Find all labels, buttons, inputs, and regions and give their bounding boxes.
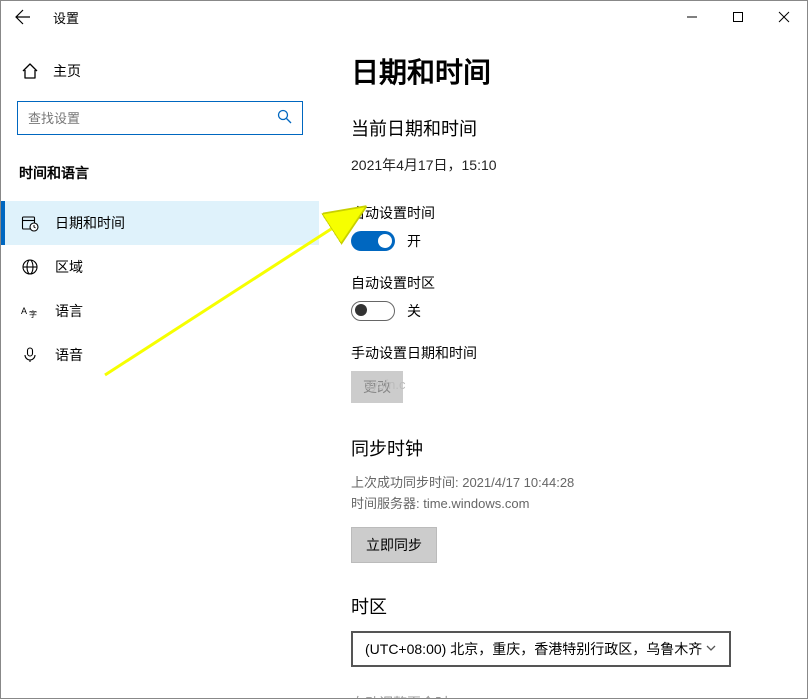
svg-text:A: A (21, 306, 27, 316)
language-icon: A字 (21, 302, 39, 320)
auto-time-label: 自动设置时间 (351, 203, 779, 223)
titlebar: 设置 (1, 1, 807, 33)
nav-item-region[interactable]: 区域 (1, 245, 319, 289)
search-input[interactable] (28, 111, 277, 126)
content-pane: 日期和时间 当前日期和时间 2021年4月17日，15:10 自动设置时间 开 … (319, 33, 807, 698)
sidebar: 主页 时间和语言 日期和时间 (1, 33, 319, 698)
timezone-value: (UTC+08:00) 北京，重庆，香港特别行政区，乌鲁木齐 (365, 639, 702, 659)
auto-timezone-label: 自动设置时区 (351, 273, 779, 293)
home-link[interactable]: 主页 (1, 53, 319, 89)
auto-timezone-state: 关 (407, 301, 421, 321)
nav-item-speech[interactable]: 语音 (1, 333, 319, 377)
page-title: 日期和时间 (351, 51, 779, 91)
auto-time-state: 开 (407, 231, 421, 251)
nav-item-datetime[interactable]: 日期和时间 (1, 201, 319, 245)
minimize-button[interactable] (669, 1, 715, 33)
svg-text:字: 字 (29, 309, 37, 319)
home-icon (21, 62, 39, 80)
manual-datetime-label: 手动设置日期和时间 (351, 343, 779, 363)
nav-item-language[interactable]: A字 语言 (1, 289, 319, 333)
sync-info: 上次成功同步时间: 2021/4/17 10:44:28 时间服务器: time… (351, 473, 779, 515)
home-label: 主页 (53, 61, 81, 81)
arrow-left-icon (15, 9, 31, 25)
globe-icon (21, 258, 39, 276)
sync-server: 时间服务器: time.windows.com (351, 494, 779, 515)
maximize-button[interactable] (715, 1, 761, 33)
sync-last-time: 上次成功同步时间: 2021/4/17 10:44:28 (351, 473, 779, 494)
minimize-icon (686, 11, 698, 23)
window-title: 设置 (45, 8, 79, 27)
sync-now-button[interactable]: 立即同步 (351, 527, 437, 563)
current-datetime-heading: 当前日期和时间 (351, 115, 779, 141)
maximize-icon (732, 11, 744, 23)
auto-timezone-toggle[interactable] (351, 301, 395, 321)
chevron-down-icon (705, 641, 717, 657)
sync-clock-heading: 同步时钟 (351, 435, 779, 461)
nav-label: 区域 (55, 257, 83, 277)
nav-label: 语音 (55, 345, 83, 365)
search-box[interactable] (17, 101, 303, 135)
timezone-select[interactable]: (UTC+08:00) 北京，重庆，香港特别行政区，乌鲁木齐 (351, 631, 731, 667)
nav-group-title: 时间和语言 (19, 163, 319, 183)
nav-list: 日期和时间 区域 A字 语言 (1, 201, 319, 377)
change-datetime-button: 更改 sysfn.c (351, 371, 403, 403)
settings-window: 设置 主页 (0, 0, 808, 699)
search-icon (277, 109, 292, 128)
nav-label: 日期和时间 (55, 213, 125, 233)
dst-label: 自动调整夏令时 (351, 693, 779, 698)
nav-label: 语言 (55, 301, 83, 321)
close-icon (778, 11, 790, 23)
back-button[interactable] (1, 1, 45, 33)
timezone-heading: 时区 (351, 593, 779, 619)
calendar-clock-icon (21, 214, 39, 232)
current-datetime-value: 2021年4月17日，15:10 (351, 155, 779, 175)
auto-time-toggle[interactable] (351, 231, 395, 251)
microphone-icon (21, 346, 39, 364)
close-button[interactable] (761, 1, 807, 33)
